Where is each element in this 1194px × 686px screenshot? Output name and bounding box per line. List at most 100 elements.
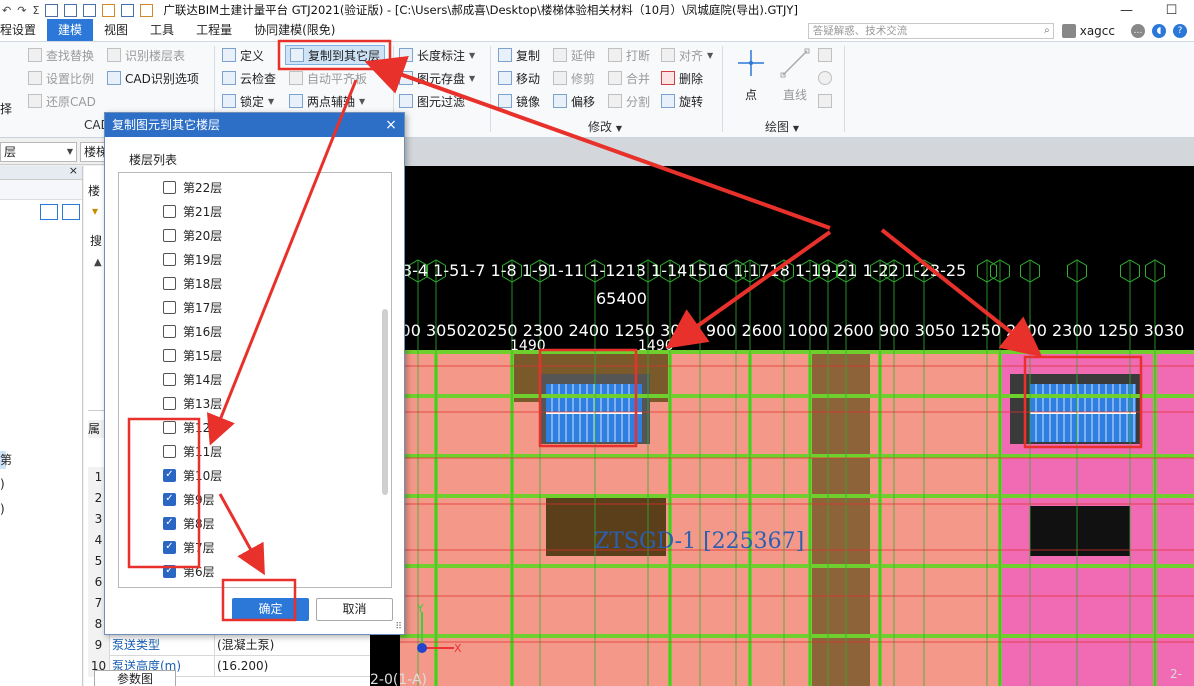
nav-partial-item[interactable]: ): [0, 477, 5, 491]
floor-select[interactable]: 层 ▼: [0, 142, 77, 162]
stair-treads[interactable]: [546, 384, 642, 442]
minimize-button[interactable]: —: [1104, 0, 1149, 20]
undo-icon[interactable]: ↶: [2, 2, 11, 18]
scrollbar[interactable]: [382, 309, 388, 495]
checkbox-checked-icon[interactable]: ✓: [163, 564, 176, 578]
menu-tools[interactable]: 工具: [139, 19, 185, 41]
floor-checkbox-item[interactable]: 第16层: [163, 319, 222, 343]
opening[interactable]: [1030, 506, 1130, 556]
checkbox-icon[interactable]: [163, 372, 176, 386]
length-dimension-button[interactable]: 长度标注 ▼: [399, 45, 475, 65]
delete-button[interactable]: 删除: [661, 68, 703, 88]
floor-list[interactable]: 第22层 第21层 第20层 第19层 第18层 第17层 第16层 第15层 第14层 第13层…: [118, 172, 392, 588]
cad-options-button[interactable]: CAD识别选项: [107, 68, 199, 88]
set-scale-button[interactable]: 设置比例: [28, 68, 94, 88]
floor-checkbox-item[interactable]: 第18层: [163, 271, 222, 295]
search-icon[interactable]: ⌕: [1044, 24, 1050, 38]
tab-parametric-diagram[interactable]: 参数图: [94, 670, 176, 686]
checkbox-checked-icon[interactable]: ✓: [163, 516, 176, 530]
redo-icon[interactable]: ↷: [17, 2, 26, 18]
checkbox-icon[interactable]: [163, 204, 176, 218]
offset-button[interactable]: 偏移: [553, 91, 595, 111]
checkbox-icon[interactable]: [163, 444, 176, 458]
identify-floors-button[interactable]: 识别楼层表: [107, 45, 185, 65]
help-search-input[interactable]: 答疑解惑、技术交流 ⌕: [807, 23, 1054, 39]
report-icon[interactable]: [64, 2, 78, 18]
rotate-button[interactable]: 旋转: [661, 91, 703, 111]
property-row[interactable]: 9 泵送类型 (混凝土泵): [88, 635, 370, 656]
floor-checkbox-item[interactable]: 第19层: [163, 247, 222, 271]
chat-icon[interactable]: …: [1131, 24, 1145, 38]
user-account[interactable]: xagcc: [1061, 24, 1115, 38]
help-icon[interactable]: ?: [1173, 24, 1187, 38]
floor-checkbox-item[interactable]: 第22层: [163, 175, 222, 199]
break-button[interactable]: 打断: [608, 45, 650, 65]
list-view-icon[interactable]: [40, 204, 58, 220]
element-save-button[interactable]: 图元存盘 ▼: [399, 68, 475, 88]
calculator-icon[interactable]: [83, 2, 97, 18]
align-button[interactable]: 对齐 ▼: [661, 45, 713, 65]
floor-checkbox-item[interactable]: 第17层: [163, 295, 222, 319]
auto-align-slab-button[interactable]: 自动平齐板: [289, 68, 367, 88]
floor-checkbox-item[interactable]: 第11层: [163, 439, 222, 463]
menu-quantities[interactable]: 工程量: [185, 19, 243, 41]
element-label[interactable]: ZTSGD-1 [225367]: [594, 529, 804, 554]
grid-icon[interactable]: [121, 2, 135, 18]
circle-tool-icon[interactable]: [818, 68, 836, 88]
draw-point-button[interactable]: 点: [736, 48, 766, 103]
nav-partial-floor[interactable]: 第: [0, 451, 12, 468]
floor-checkbox-item[interactable]: 第20层: [163, 223, 222, 247]
document-icon[interactable]: [45, 2, 59, 18]
checkbox-icon[interactable]: [163, 348, 176, 362]
menu-collab-modeling[interactable]: 协同建模(限免): [243, 19, 346, 41]
floor-checkbox-item[interactable]: 第14层: [163, 367, 222, 391]
checkbox-icon[interactable]: [163, 396, 176, 410]
menu-modeling[interactable]: 建模: [47, 19, 94, 41]
floor-checkbox-item[interactable]: 第12层: [163, 415, 222, 439]
lock-button[interactable]: 锁定 ▼: [222, 91, 274, 111]
maximize-button[interactable]: ☐: [1149, 0, 1194, 20]
menu-view[interactable]: 视图: [93, 19, 139, 41]
nav-partial-item[interactable]: ): [0, 502, 5, 516]
floor-checkbox-item[interactable]: ✓ 第10层: [163, 463, 222, 487]
close-icon[interactable]: ×: [384, 113, 398, 137]
checkbox-icon[interactable]: [163, 324, 176, 338]
dialog-titlebar[interactable]: 复制图元到其它楼层 ×: [105, 113, 404, 137]
table-view-icon[interactable]: [62, 204, 80, 220]
floor-plan-drawing[interactable]: 1-3-4 1-51-7 1-8 1-91-11 1-1213 1-141516…: [370, 166, 1194, 686]
resize-grip-icon[interactable]: ⠿: [395, 622, 402, 632]
floor-checkbox-item[interactable]: 第15层: [163, 343, 222, 367]
floor-checkbox-item[interactable]: ✓ 第8层: [163, 511, 215, 535]
ok-button[interactable]: 确定: [232, 598, 309, 621]
export-icon[interactable]: [140, 2, 154, 18]
trim-button[interactable]: 修剪: [553, 68, 595, 88]
move-button[interactable]: 移动: [498, 68, 540, 88]
floor-checkbox-item[interactable]: ✓ 第7层: [163, 535, 215, 559]
find-replace-button[interactable]: 查找替换: [28, 45, 94, 65]
draw-line-button[interactable]: 直线: [780, 48, 810, 103]
merge-button[interactable]: 合并: [608, 68, 650, 88]
checkbox-icon[interactable]: [163, 300, 176, 314]
checkbox-icon[interactable]: [163, 228, 176, 242]
modify-group-label[interactable]: 修改 ▼: [588, 118, 622, 135]
property-value[interactable]: (16.200): [214, 656, 268, 677]
close-icon[interactable]: ×: [69, 164, 78, 177]
sum-icon[interactable]: Σ: [32, 2, 39, 18]
copy-button[interactable]: 复制: [498, 45, 540, 65]
headset-icon[interactable]: ◖: [1152, 24, 1166, 38]
new-component-icon[interactable]: ▾: [92, 204, 98, 218]
cloud-check-button[interactable]: 云检查: [222, 68, 276, 88]
mirror-button[interactable]: 镜像: [498, 91, 540, 111]
floor-checkbox-item[interactable]: ✓ 第6层: [163, 559, 215, 583]
property-value[interactable]: (混凝土泵): [214, 635, 274, 656]
drawing-canvas[interactable]: 1-3-4 1-51-7 1-8 1-91-11 1-1213 1-141516…: [370, 166, 1194, 686]
ribbon-partial-select[interactable]: 择: [0, 98, 12, 118]
restore-cad-button[interactable]: 还原CAD: [28, 91, 96, 111]
checkbox-icon[interactable]: [163, 420, 176, 434]
tree-expand-icon[interactable]: ▲: [94, 257, 102, 268]
stair-treads[interactable]: [1030, 384, 1136, 442]
split-button[interactable]: 分割: [608, 91, 650, 111]
two-point-axis-button[interactable]: 两点辅轴 ▼: [289, 91, 365, 111]
cancel-button[interactable]: 取消: [316, 598, 393, 621]
copy-to-other-floors-button[interactable]: 复制到其它层: [285, 45, 386, 65]
